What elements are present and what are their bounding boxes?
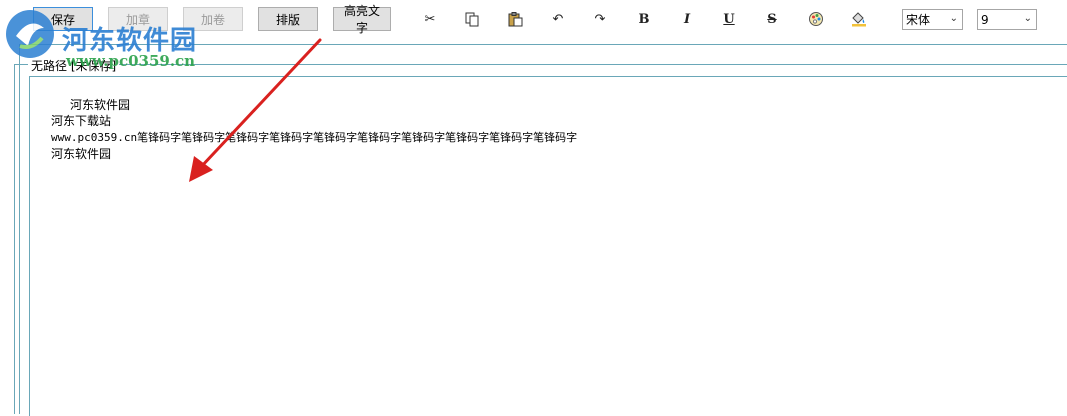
editor-line: www.pc0359.cn笔锋码字笔锋码字笔锋码字笔锋码字笔锋码字笔锋码字笔锋码…	[51, 131, 578, 144]
redo-icon[interactable]: ↷	[591, 10, 609, 28]
font-size-value: 9	[981, 12, 989, 27]
color-palette-icon[interactable]	[807, 10, 825, 28]
text-editor[interactable]: 河东软件园 河东下载站 www.pc0359.cn笔锋码字笔锋码字笔锋码字笔锋码…	[29, 76, 1067, 416]
add-chapter-button[interactable]: 加章	[108, 7, 168, 31]
font-family-value: 宋体	[906, 13, 931, 27]
editor-line: 河东软件园	[70, 98, 131, 112]
underline-icon[interactable]: U	[720, 10, 738, 28]
cut-icon[interactable]: ✂	[421, 10, 439, 28]
undo-icon[interactable]: ↶	[549, 10, 567, 28]
strikethrough-icon[interactable]: S	[763, 10, 781, 28]
fill-color-icon[interactable]	[850, 10, 868, 28]
editor-line: 河东软件园	[51, 147, 112, 161]
chevron-down-icon: ⌄	[949, 13, 958, 24]
highlight-text-button[interactable]: 高亮文字	[333, 4, 391, 35]
italic-icon[interactable]: I	[678, 10, 696, 28]
save-button[interactable]: 保存	[33, 7, 93, 31]
layout-button[interactable]: 排版	[258, 7, 318, 31]
bold-icon[interactable]: B	[635, 10, 653, 28]
add-volume-button[interactable]: 加卷	[183, 7, 243, 31]
font-size-select[interactable]: 9 ⌄	[977, 9, 1037, 30]
toolbar: 保存 加章 加卷 排版 高亮文字 ✂ ↶ ↷ B I U S 宋体 ⌄ 9 ⌄	[0, 0, 1067, 40]
paste-icon[interactable]	[506, 10, 524, 28]
document-path-label: 无路径 [未保存]	[28, 57, 120, 74]
chevron-down-icon: ⌄	[1023, 13, 1032, 24]
font-family-select[interactable]: 宋体 ⌄	[902, 9, 963, 30]
copy-icon[interactable]	[463, 10, 481, 28]
editor-line: 河东下载站	[51, 114, 112, 128]
